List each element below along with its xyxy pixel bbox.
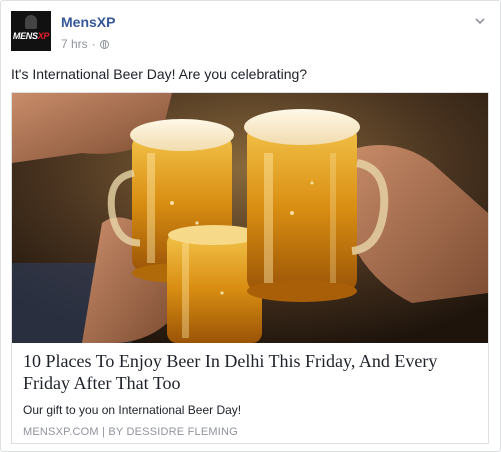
avatar-figure xyxy=(25,15,37,29)
link-preview-card[interactable]: 10 Places To Enjoy Beer In Delhi This Fr… xyxy=(11,92,489,444)
link-preview-image[interactable] xyxy=(12,93,488,343)
post-card: MENSXP MensXP 7 hrs · It's International… xyxy=(0,0,501,452)
post-message: It's International Beer Day! Are you cel… xyxy=(11,66,308,82)
source-domain: MENSXP.COM xyxy=(23,426,99,438)
post-meta: 7 hrs · xyxy=(61,37,109,51)
link-preview-body[interactable]: 10 Places To Enjoy Beer In Delhi This Fr… xyxy=(12,343,488,443)
avatar-logo: MENSXP xyxy=(12,31,50,41)
source-author: BY DESSIDRE FLEMING xyxy=(108,426,238,438)
link-source: MENSXP.COM | BY DESSIDRE FLEMING xyxy=(23,426,238,438)
globe-icon[interactable] xyxy=(99,39,109,49)
chevron-down-icon[interactable] xyxy=(474,15,486,27)
link-title[interactable]: 10 Places To Enjoy Beer In Delhi This Fr… xyxy=(23,350,483,394)
post-timestamp[interactable]: 7 hrs xyxy=(61,37,88,51)
page-name-link[interactable]: MensXP xyxy=(61,14,115,30)
source-separator: | xyxy=(102,426,106,438)
page-avatar[interactable]: MENSXP xyxy=(11,11,51,51)
link-description: Our gift to you on International Beer Da… xyxy=(23,403,242,417)
meta-separator: · xyxy=(91,37,96,51)
